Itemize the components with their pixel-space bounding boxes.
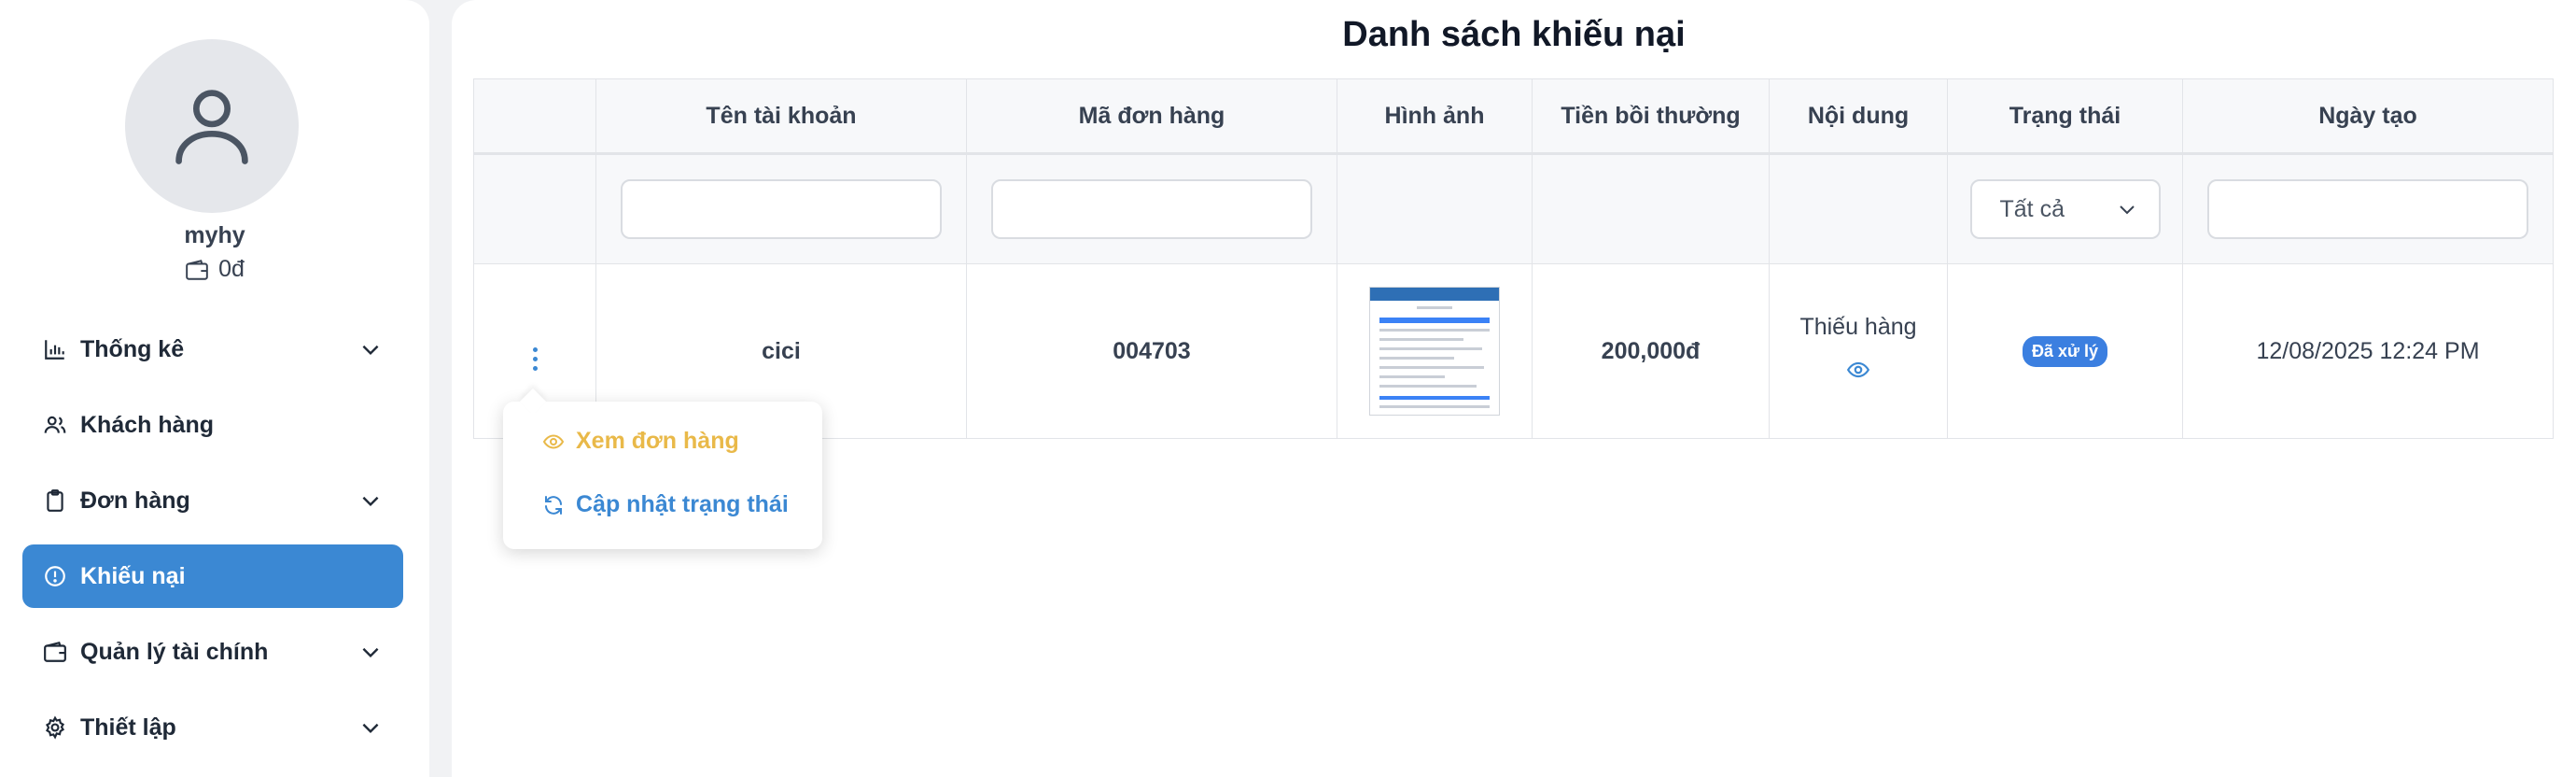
sidebar-item-orders[interactable]: Đơn hàng [22,469,403,532]
sidebar-item-label: Thiết lập [80,713,176,741]
column-header-account[interactable]: Tên tài khoản [595,78,967,155]
sidebar-item-label: Đơn hàng [80,487,190,514]
more-vertical-icon[interactable] [532,347,538,371]
complaint-image-thumbnail[interactable] [1369,287,1500,416]
view-order-label: Xem đơn hàng [576,428,739,454]
eye-icon[interactable] [1846,358,1870,382]
filter-cell-status: Tất cả [1947,153,2183,264]
update-status-menu-item[interactable]: Cập nhật trạng thái [542,491,789,518]
wallet-icon [186,259,208,280]
username: myhy [184,222,245,248]
table-header-row: Tên tài khoản Mã đơn hàng Hình ảnh Tiền … [473,78,2554,155]
status-filter-value: Tất cả [1999,195,2065,222]
account-filter-input[interactable] [621,179,942,239]
chevron-down-icon [357,487,385,515]
balance-amount: 0đ [218,256,245,282]
column-header-status[interactable]: Trạng thái [1947,78,2183,155]
eye-icon [542,433,565,449]
user-icon [175,90,248,164]
view-order-menu-item[interactable]: Xem đơn hàng [542,428,739,455]
column-header-created-at[interactable]: Ngày tạo [2182,78,2554,155]
column-header-content[interactable]: Nội dung [1769,78,1948,155]
status-cell: Đã xử lý [1947,263,2183,439]
chevron-down-icon [357,713,385,742]
content-cell: Thiếu hàng [1769,263,1948,439]
sidebar-item-complaints[interactable]: Khiếu nại [22,544,403,608]
compensation-cell: 200,000đ [1532,263,1770,439]
created-at-cell: 12/08/2025 12:24 PM [2182,263,2554,439]
chevron-down-icon [357,335,385,363]
status-badge: Đã xử lý [2022,335,2108,367]
gear-icon [41,713,69,742]
column-header-order-code[interactable]: Mã đơn hàng [966,78,1337,155]
created-at-filter-input[interactable] [2207,179,2528,239]
filter-cell-empty [1532,153,1770,264]
filter-cell-empty [1769,153,1948,264]
bar-chart-icon [41,335,69,363]
sidebar-item-settings[interactable]: Thiết lập [22,696,403,759]
filter-cell-empty [473,153,596,264]
image-cell [1337,263,1533,439]
filter-cell-order-code [966,153,1337,264]
chevron-down-icon [2119,205,2135,215]
clipboard-icon [41,487,69,515]
content-text: Thiếu hàng [1799,314,1917,340]
filter-row: Tất cả [473,153,2554,264]
wallet-icon [41,638,69,666]
column-header-image[interactable]: Hình ảnh [1337,78,1533,155]
column-header-compensation[interactable]: Tiền bồi thường [1532,78,1770,155]
sidebar-item-label: Khiếu nại [80,562,186,589]
filter-cell-empty [1337,153,1533,264]
sidebar-item-statistics[interactable]: Thống kê [22,318,403,381]
users-icon [41,411,69,439]
column-header-actions [473,78,596,155]
filter-cell-created-at [2182,153,2554,264]
sidebar-item-finance[interactable]: Quản lý tài chính [22,620,403,684]
chevron-down-icon [357,638,385,666]
filter-cell-account [595,153,967,264]
sidebar-item-label: Thống kê [80,335,185,362]
alert-circle-icon [41,562,69,590]
sidebar-item-label: Khách hàng [80,411,215,438]
sidebar-item-customers[interactable]: Khách hàng [22,393,403,457]
update-status-label: Cập nhật trạng thái [576,491,789,517]
sidebar-item-label: Quản lý tài chính [80,638,269,665]
status-filter-select[interactable]: Tất cả [1969,179,2161,239]
avatar[interactable] [125,39,299,213]
balance: 0đ [0,256,429,283]
refresh-icon [545,495,562,515]
complaints-table: Tên tài khoản Mã đơn hàng Hình ảnh Tiền … [473,78,2554,439]
page-title: Danh sách khiếu nại [1342,15,1686,54]
order-code-filter-input[interactable] [991,179,1312,239]
sidebar: myhy 0đ Thống kê Khách hàng Đơn hàng Khi… [0,0,429,777]
order-code-cell: 004703 [966,263,1337,439]
row-action-menu: Xem đơn hàng Cập nhật trạng thái [503,402,822,549]
